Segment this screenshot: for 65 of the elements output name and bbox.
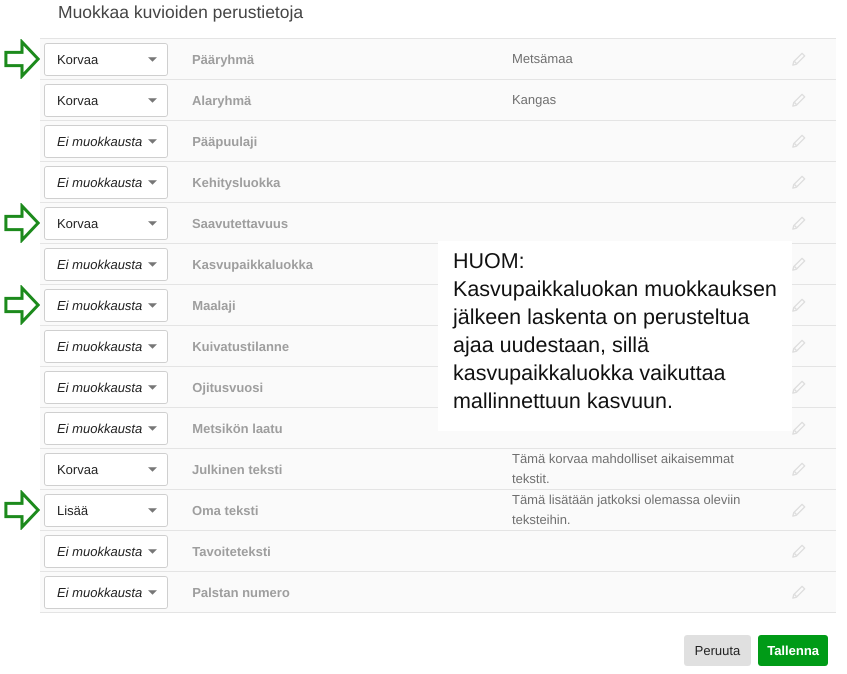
field-label: Ojitusvuosi [192, 380, 264, 394]
pencil-icon[interactable] [792, 380, 806, 394]
cancel-button[interactable]: Peruuta [684, 635, 752, 666]
field-label: Maalaji [192, 298, 236, 312]
note-heading: HUOM: [453, 248, 525, 275]
field-label: Palstan numero [192, 584, 290, 600]
mode-dropdown[interactable]: Ei muokkausta [44, 576, 168, 608]
field-label: Kasvupaikkaluokka [192, 256, 313, 272]
pencil-icon[interactable] [792, 298, 806, 312]
caret-icon [148, 508, 157, 512]
caret-icon [148, 548, 158, 554]
field-label: Metsikön laatu [192, 420, 283, 436]
field-label: Tavoiteteksti [192, 544, 271, 558]
pencil-icon[interactable] [792, 585, 806, 599]
mode-dropdown[interactable]: Ei muokkausta [44, 370, 168, 404]
field-value: Metsämaa [512, 50, 574, 68]
caret-icon [148, 56, 157, 62]
pencil-icon[interactable] [792, 421, 806, 435]
mode-dropdown[interactable]: Korvaa [44, 452, 168, 486]
caret-icon [148, 302, 158, 308]
pencil-icon[interactable] [792, 216, 806, 230]
field-label: Kuivatustilanne [192, 338, 290, 354]
pencil-icon[interactable] [792, 52, 806, 66]
pencil-icon[interactable] [792, 544, 806, 558]
caret-icon [148, 426, 158, 430]
caret-icon [148, 180, 158, 184]
mode-dropdown[interactable]: Ei muokkausta [44, 412, 168, 444]
field-value: Tämä lisätään jatkoksi olemassa oleviin teksteihin. [512, 491, 742, 529]
field-value: Tämä korvaa mahdolliset aikaisemmat tekstit. [512, 450, 735, 488]
field-label: Alaryhmä [192, 92, 252, 108]
pencil-icon[interactable] [792, 134, 806, 148]
pencil-icon[interactable] [792, 503, 806, 517]
mode-dropdown[interactable]: Ei muokkausta [44, 248, 168, 280]
field-label: Julkinen teksti [192, 462, 282, 476]
mode-dropdown[interactable]: Lisää [44, 494, 168, 526]
pencil-icon[interactable] [792, 339, 806, 353]
mode-dropdown[interactable]: Korvaa [44, 206, 168, 240]
mode-dropdown[interactable]: Ei muokkausta [44, 166, 168, 198]
caret-icon [148, 98, 157, 102]
caret-icon [148, 262, 158, 266]
pencil-icon[interactable] [792, 462, 806, 476]
mode-dropdown[interactable]: Ei muokkausta [44, 534, 168, 568]
field-label: Pääryhmä [192, 52, 254, 66]
caret-icon [148, 138, 158, 144]
pencil-icon[interactable] [792, 175, 806, 189]
pencil-icon[interactable] [792, 257, 806, 271]
caret-icon [148, 466, 157, 472]
caret-icon [148, 590, 158, 594]
mode-dropdown[interactable]: Ei muokkausta [44, 124, 168, 158]
mode-dropdown[interactable]: Ei muokkausta [44, 330, 168, 362]
mode-dropdown[interactable]: Korvaa [44, 84, 168, 116]
caret-icon [148, 344, 158, 348]
note-text: Kasvupaikkaluokan muokkauksen jälkeen laskenta on perusteltua ajaa uudestaan, sillä kasvupaikkaluokka vaikuttaa mallinnettuun kasvuun. [453, 276, 778, 415]
field-value: Kangas [512, 91, 558, 109]
field-label: Oma teksti [192, 502, 258, 518]
pencil-icon[interactable] [792, 93, 806, 107]
mode-dropdown[interactable]: Ei muokkausta [44, 288, 168, 322]
mode-dropdown[interactable]: Korvaa [44, 42, 168, 76]
field-label: Pääpuulaji [192, 134, 258, 148]
caret-icon [148, 220, 157, 226]
field-label: Saavutettavuus [192, 216, 288, 230]
save-button[interactable]: Tallenna [758, 635, 828, 666]
field-label: Kehitysluokka [192, 174, 280, 190]
caret-icon [148, 384, 158, 390]
dialog-title: Muokkaa kuvioiden perustietoja [58, 1, 304, 23]
